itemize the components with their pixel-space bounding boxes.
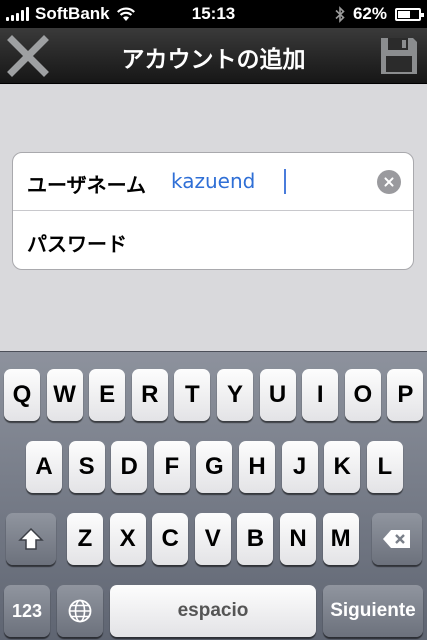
shift-key[interactable]: [6, 513, 56, 565]
key-c[interactable]: C: [152, 513, 189, 565]
battery-fill: [398, 10, 411, 18]
key-x[interactable]: X: [109, 513, 146, 565]
key-o[interactable]: O: [344, 369, 381, 421]
battery-percent: 62%: [352, 4, 387, 23]
globe-key[interactable]: [57, 585, 103, 637]
key-g[interactable]: G: [196, 441, 233, 493]
key-v[interactable]: V: [194, 513, 231, 565]
delete-key[interactable]: [372, 513, 422, 565]
clear-text-icon[interactable]: [377, 170, 401, 194]
key-s[interactable]: S: [68, 441, 105, 493]
key-i[interactable]: I: [302, 369, 339, 421]
keyboard: 123 espacio Siguiente QWERTYUIOP ASDFGHJK…: [0, 351, 427, 640]
battery-icon: [395, 7, 424, 21]
account-form: ユーザネーム kazuend パスワード: [12, 152, 414, 270]
key-f[interactable]: F: [153, 441, 190, 493]
key-q[interactable]: Q: [4, 369, 40, 421]
key-a[interactable]: A: [26, 441, 62, 493]
key-u[interactable]: U: [259, 369, 296, 421]
floppy-save-icon: [381, 38, 417, 74]
globe-icon: [68, 599, 92, 623]
key-y[interactable]: Y: [217, 369, 253, 421]
username-row[interactable]: ユーザネーム kazuend: [13, 153, 413, 211]
key-j[interactable]: J: [281, 441, 318, 493]
password-label: パスワード: [27, 232, 127, 256]
text-caret: [284, 169, 286, 194]
key-h[interactable]: H: [239, 441, 275, 493]
save-button[interactable]: [379, 36, 419, 76]
key-p[interactable]: P: [387, 369, 424, 421]
status-bar: SoftBank 15:13 62%: [0, 0, 427, 28]
status-right: 62%: [335, 4, 424, 24]
page-title: アカウントの追加: [121, 47, 306, 73]
close-x-icon: [7, 35, 49, 77]
password-row[interactable]: パスワード: [13, 212, 413, 269]
key-k[interactable]: K: [324, 441, 361, 493]
key-l[interactable]: L: [366, 441, 403, 493]
key-d[interactable]: D: [111, 441, 148, 493]
key-r[interactable]: R: [131, 369, 168, 421]
key-n[interactable]: N: [280, 513, 316, 565]
nav-bar: アカウントの追加: [0, 28, 427, 84]
key-m[interactable]: M: [322, 513, 359, 565]
key-e[interactable]: E: [89, 369, 126, 421]
shift-icon: [18, 527, 44, 550]
username-label: ユーザネーム: [27, 173, 146, 197]
space-key[interactable]: espacio: [110, 585, 316, 637]
key-w[interactable]: W: [46, 369, 83, 421]
key-b[interactable]: B: [237, 513, 274, 565]
bluetooth-icon: [335, 5, 345, 23]
next-key[interactable]: Siguiente: [323, 585, 423, 637]
key-t[interactable]: T: [174, 369, 211, 421]
key-z[interactable]: Z: [67, 513, 103, 565]
numbers-key[interactable]: 123: [4, 585, 50, 637]
username-input[interactable]: kazuend: [171, 169, 255, 193]
close-button[interactable]: [6, 34, 50, 78]
backspace-icon: [383, 530, 410, 548]
